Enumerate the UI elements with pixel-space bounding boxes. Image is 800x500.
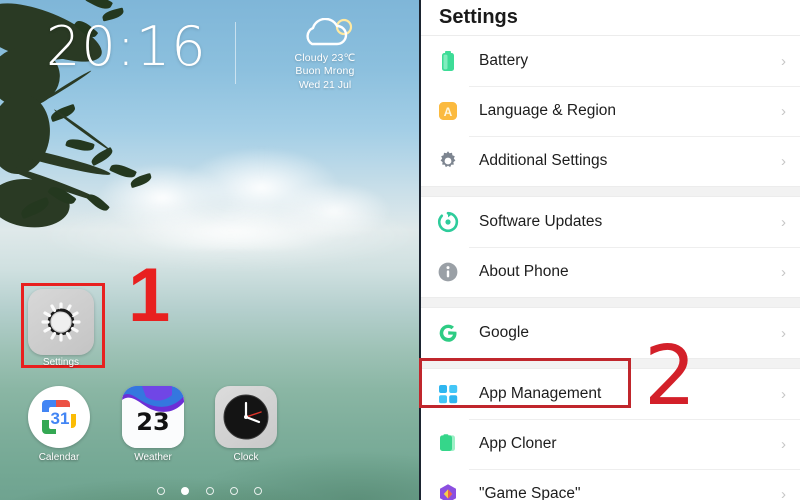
settings-row-language-region[interactable]: A Language & Region › bbox=[421, 86, 800, 136]
section-divider bbox=[421, 358, 800, 369]
settings-row-software-updates[interactable]: Software Updates › bbox=[421, 197, 800, 247]
clock-icon bbox=[215, 386, 277, 448]
app-grid-icon bbox=[435, 381, 461, 407]
settings-section: Software Updates › About Phone › bbox=[421, 197, 800, 297]
screenshot-root: 20:16 Cloudy 23℃ Buon Mrong Wed 21 Jul S… bbox=[0, 0, 800, 500]
settings-row-game-space[interactable]: "Game Space" › bbox=[421, 469, 800, 500]
settings-row-label: App Cloner bbox=[479, 435, 557, 452]
chevron-right-icon: › bbox=[781, 485, 786, 500]
page-title: Settings bbox=[421, 0, 800, 36]
settings-row-additional-settings[interactable]: Additional Settings › bbox=[421, 136, 800, 186]
settings-row-label: Language & Region bbox=[479, 102, 617, 119]
home-clock: 20:16 bbox=[46, 15, 207, 78]
section-divider bbox=[421, 297, 800, 308]
chevron-right-icon: › bbox=[781, 152, 786, 170]
chevron-right-icon: › bbox=[781, 102, 786, 120]
page-indicator-dots[interactable] bbox=[0, 482, 419, 500]
gear-icon bbox=[28, 289, 94, 355]
page-dot[interactable] bbox=[156, 487, 165, 495]
weather-icon: 23 bbox=[122, 386, 184, 448]
settings-row-label: "Game Space" bbox=[479, 485, 581, 500]
page-dot-active[interactable] bbox=[181, 487, 190, 495]
settings-row-label: Additional Settings bbox=[479, 152, 608, 169]
page-dot[interactable] bbox=[254, 487, 263, 495]
svg-text:A: A bbox=[444, 105, 453, 119]
app-cloner-icon bbox=[435, 431, 461, 457]
settings-row-label: Google bbox=[479, 324, 529, 341]
settings-section: Google › bbox=[421, 308, 800, 358]
settings-section: App Management › App Cloner › "Game Spac… bbox=[421, 369, 800, 500]
settings-row-app-cloner[interactable]: App Cloner › bbox=[421, 419, 800, 469]
svg-text:23: 23 bbox=[136, 408, 169, 436]
cloud-background bbox=[70, 120, 400, 250]
google-icon bbox=[435, 320, 461, 346]
settings-row-app-management[interactable]: App Management › bbox=[421, 369, 800, 419]
page-dot[interactable] bbox=[205, 487, 214, 495]
dock-item-weather[interactable]: 23 Weather bbox=[120, 386, 186, 463]
svg-text:31: 31 bbox=[51, 409, 70, 428]
dock-item-calendar[interactable]: 31 Calendar bbox=[26, 386, 92, 463]
app-label-settings: Settings bbox=[42, 357, 80, 368]
cloud-haze bbox=[0, 190, 419, 280]
weather-date: Wed 21 Jul bbox=[298, 79, 352, 91]
page-dot[interactable] bbox=[229, 487, 238, 495]
chevron-right-icon: › bbox=[781, 213, 786, 231]
home-dock: 31 Calendar 23 Weather Clock bbox=[0, 386, 419, 466]
app-icon-settings[interactable]: Settings bbox=[28, 289, 94, 368]
settings-row-label: App Management bbox=[479, 385, 602, 402]
dock-label-clock: Clock bbox=[233, 452, 259, 463]
settings-row-label: Software Updates bbox=[479, 213, 603, 230]
settings-row-battery[interactable]: Battery › bbox=[421, 36, 800, 86]
battery-icon bbox=[435, 48, 461, 74]
weather-location: Buon Mrong bbox=[295, 65, 355, 77]
weather-widget[interactable]: Cloudy 23℃ Buon Mrong Wed 21 Jul bbox=[250, 18, 400, 93]
weather-condition: Cloudy 23℃ bbox=[294, 52, 356, 64]
step-marker-2: 2 bbox=[644, 329, 697, 424]
settings-row-label: About Phone bbox=[479, 263, 569, 280]
settings-panel: Settings Battery › A Language & Region ›… bbox=[419, 0, 800, 500]
chevron-right-icon: › bbox=[781, 324, 786, 342]
chevron-right-icon: › bbox=[781, 52, 786, 70]
info-icon bbox=[435, 259, 461, 285]
phone-home-screen: 20:16 Cloudy 23℃ Buon Mrong Wed 21 Jul S… bbox=[0, 0, 419, 500]
settings-row-about-phone[interactable]: About Phone › bbox=[421, 247, 800, 297]
step-marker-1: 1 bbox=[128, 253, 171, 338]
dock-label-calendar: Calendar bbox=[38, 452, 80, 463]
settings-row-google[interactable]: Google › bbox=[421, 308, 800, 358]
chevron-right-icon: › bbox=[781, 385, 786, 403]
settings-row-label: Battery bbox=[479, 52, 529, 69]
weather-cloud-icon bbox=[250, 18, 400, 52]
language-icon: A bbox=[435, 98, 461, 124]
calendar-icon: 31 bbox=[28, 386, 90, 448]
software-update-icon bbox=[435, 209, 461, 235]
section-divider bbox=[421, 186, 800, 197]
chevron-right-icon: › bbox=[781, 263, 786, 281]
chevron-right-icon: › bbox=[781, 435, 786, 453]
widget-divider bbox=[235, 22, 236, 84]
dock-label-weather: Weather bbox=[134, 452, 172, 463]
dock-item-clock[interactable]: Clock bbox=[213, 386, 279, 463]
game-space-icon bbox=[435, 481, 461, 500]
gear-icon bbox=[435, 148, 461, 174]
settings-section: Battery › A Language & Region › Addition… bbox=[421, 36, 800, 186]
